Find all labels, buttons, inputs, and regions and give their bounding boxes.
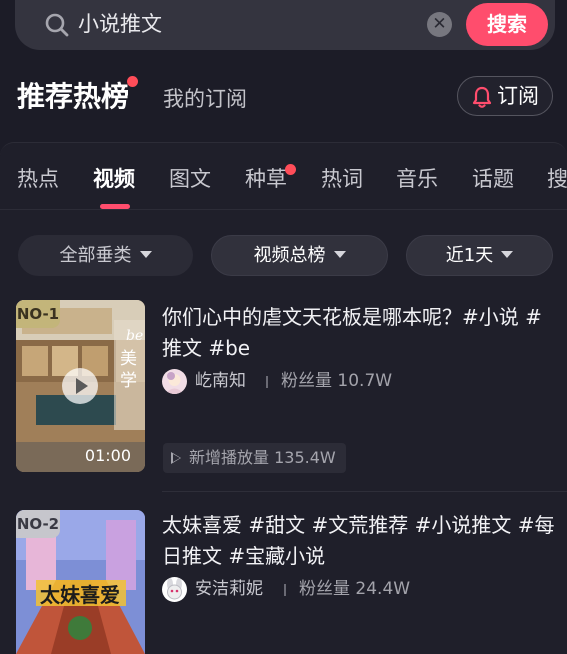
play-icon bbox=[171, 451, 181, 464]
subscribe-label: 订阅 bbox=[497, 84, 539, 108]
fan-count: 粉丝量 24.4W bbox=[299, 577, 410, 602]
svg-text:be: be bbox=[126, 328, 143, 344]
tab-image-text[interactable]: 图文 bbox=[169, 164, 211, 194]
caret-down-icon bbox=[501, 250, 514, 258]
tab-badge-dot bbox=[285, 164, 296, 175]
play-count-tag: 新增播放量 135.4W bbox=[163, 443, 346, 473]
svg-text:美: 美 bbox=[120, 349, 137, 369]
separator bbox=[284, 584, 286, 596]
fans-label: 粉丝量 bbox=[299, 579, 350, 599]
video-title[interactable]: 太妹喜爱 #甜文 #文荒推荐 #小说推文 #每日推文 #宝藏小说 bbox=[162, 510, 557, 572]
fans-value: 10.7W bbox=[337, 371, 393, 391]
subscribe-button[interactable]: 订阅 bbox=[457, 76, 553, 116]
video-thumbnail[interactable]: be 美 学 NO-1 01:00 bbox=[16, 300, 145, 472]
time-filter[interactable]: 近1天 bbox=[406, 235, 553, 276]
video-title[interactable]: 你们心中的虐文天花板是哪本呢？#小说 #推文 #be bbox=[162, 302, 557, 364]
plays-label: 新增播放量 bbox=[189, 448, 270, 467]
tab-seeding[interactable]: 种草 bbox=[245, 164, 287, 194]
page-title[interactable]: 推荐热榜 bbox=[17, 78, 129, 116]
video-thumbnail[interactable]: 太妹喜爱 NO-2 bbox=[16, 510, 145, 654]
tab-topics[interactable]: 话题 bbox=[472, 164, 514, 194]
clear-icon[interactable]: ✕ bbox=[427, 12, 452, 37]
category-filter-label: 全部垂类 bbox=[59, 245, 132, 266]
tab-search[interactable]: 搜 bbox=[547, 164, 567, 194]
category-filter[interactable]: 全部垂类 bbox=[18, 235, 193, 276]
thumbnail-caption: 太妹喜爱 bbox=[40, 583, 120, 607]
video-duration: 01:00 bbox=[84, 446, 131, 465]
divider bbox=[0, 209, 567, 210]
author-avatar[interactable] bbox=[162, 577, 187, 602]
notification-dot bbox=[127, 76, 138, 87]
avatar-image bbox=[162, 577, 187, 602]
tab-music[interactable]: 音乐 bbox=[396, 164, 438, 194]
caret-down-icon bbox=[333, 250, 346, 258]
tab-hot-words[interactable]: 热词 bbox=[321, 164, 363, 194]
time-filter-label: 近1天 bbox=[445, 245, 494, 266]
tab-hot[interactable]: 热点 bbox=[17, 164, 59, 194]
fan-count: 粉丝量 10.7W bbox=[281, 369, 392, 394]
rank-badge: NO-2 bbox=[16, 510, 60, 538]
search-icon bbox=[45, 13, 69, 37]
separator bbox=[266, 376, 268, 388]
play-icon[interactable] bbox=[62, 368, 98, 404]
rank-badge: NO-1 bbox=[16, 300, 60, 328]
ranking-filter[interactable]: 视频总榜 bbox=[211, 235, 388, 276]
ranking-filter-label: 视频总榜 bbox=[253, 245, 326, 266]
search-button[interactable]: 搜索 bbox=[466, 3, 548, 46]
search-bar[interactable]: 小说推文 ✕ 搜索 bbox=[15, 0, 555, 50]
caret-down-icon bbox=[139, 250, 152, 258]
search-input[interactable]: 小说推文 bbox=[78, 9, 162, 39]
author-name[interactable]: 屹南知 bbox=[195, 369, 246, 394]
fans-value: 24.4W bbox=[355, 579, 411, 599]
item-divider bbox=[162, 491, 567, 492]
plays-value: 135.4W bbox=[274, 448, 336, 467]
author-avatar[interactable] bbox=[162, 369, 187, 394]
tab-video[interactable]: 视频 bbox=[93, 164, 135, 194]
fans-label: 粉丝量 bbox=[281, 371, 332, 391]
avatar-image bbox=[162, 369, 187, 394]
svg-text:学: 学 bbox=[120, 371, 137, 391]
my-subscriptions-tab[interactable]: 我的订阅 bbox=[163, 84, 247, 114]
author-name[interactable]: 安洁莉妮 bbox=[195, 577, 263, 602]
bell-icon bbox=[472, 86, 492, 108]
